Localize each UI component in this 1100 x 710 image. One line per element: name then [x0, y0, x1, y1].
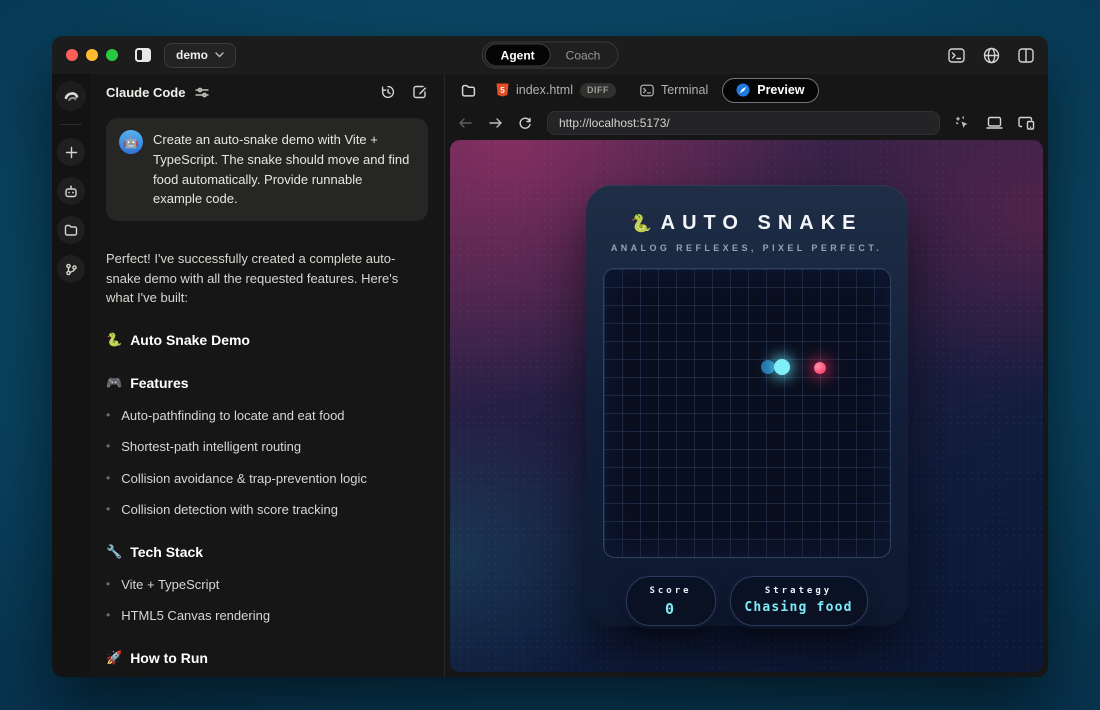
score-value: 0: [627, 600, 715, 618]
strategy-value: Chasing food: [731, 600, 867, 615]
tab-preview[interactable]: Preview: [722, 78, 818, 103]
app-window: demo Agent Coach: [52, 36, 1048, 677]
bot-icon: [64, 185, 78, 198]
game-title: AUTO SNAKE: [661, 212, 863, 235]
strategy-pill: Strategy Chasing food: [730, 576, 868, 626]
heading-how-to-run: 🚀 How to Run: [106, 648, 428, 669]
responsive-devices-icon[interactable]: [1018, 116, 1035, 130]
traffic-lights: [66, 49, 118, 61]
assistant-intro: Perfect! I've successfully created a com…: [106, 249, 428, 308]
url-text: http://localhost:5173/: [559, 116, 670, 130]
tab-index-html[interactable]: 5 index.html DIFF: [486, 78, 626, 103]
list-item: •Collision avoidance & trap-prevention l…: [106, 469, 428, 489]
diff-badge: DIFF: [580, 83, 616, 98]
new-session-button[interactable]: [57, 138, 85, 166]
folder-icon: [64, 224, 78, 236]
browser-navbar: http://localhost:5173/: [445, 106, 1048, 140]
editor-tabbar: 5 index.html DIFF Terminal Preview: [445, 74, 1048, 106]
git-button[interactable]: [57, 255, 85, 283]
list-item: •Vite + TypeScript: [106, 575, 428, 595]
folder-icon: [461, 84, 476, 97]
compass-icon: [736, 83, 750, 97]
score-pill: Score 0: [626, 576, 716, 626]
preview-webview[interactable]: 🐍 AUTO SNAKE ANALOG REFLEXES, PIXEL PERF…: [450, 140, 1043, 672]
game-card: 🐍 AUTO SNAKE ANALOG REFLEXES, PIXEL PERF…: [586, 185, 908, 626]
food-dot: [814, 362, 826, 374]
left-rail: [52, 74, 90, 677]
git-branch-icon: [65, 263, 78, 276]
chevron-down-icon: [215, 52, 224, 58]
inspect-sparkle-icon[interactable]: [955, 116, 971, 131]
list-item: •Collision detection with score tracking: [106, 500, 428, 520]
tab-label: index.html: [516, 83, 573, 97]
game-subtitle: ANALOG REFLEXES, PIXEL PERFECT.: [586, 243, 908, 253]
files-button[interactable]: [57, 216, 85, 244]
rocket-emoji: 🚀: [106, 648, 122, 668]
tech-list: •Vite + TypeScript •HTML5 Canvas renderi…: [106, 575, 428, 626]
list-item: •HTML5 Canvas rendering: [106, 606, 428, 626]
tab-label: Preview: [757, 83, 804, 97]
panel-left-icon[interactable]: [134, 47, 152, 63]
html5-icon: 5: [496, 83, 509, 97]
reload-icon[interactable]: [518, 116, 532, 130]
terminal-icon: [640, 84, 654, 97]
mode-switcher: Agent Coach: [482, 42, 619, 69]
game-board: [603, 268, 891, 558]
plus-icon: [65, 146, 78, 159]
close-button[interactable]: [66, 49, 78, 61]
url-bar[interactable]: http://localhost:5173/: [547, 111, 940, 135]
game-title-row: 🐍 AUTO SNAKE: [586, 212, 908, 235]
tab-terminal[interactable]: Terminal: [630, 78, 718, 103]
wrench-emoji: 🔧: [106, 542, 122, 562]
svg-text:5: 5: [500, 86, 505, 95]
split-columns-icon[interactable]: [1018, 48, 1034, 63]
chat-panel: Claude Code 🤖 Create an auto-snake demo …: [90, 74, 445, 677]
forward-arrow-icon[interactable]: [488, 117, 503, 129]
project-selector[interactable]: demo: [164, 43, 236, 68]
snake-emoji: 🐍: [630, 214, 651, 234]
rail-divider: [60, 124, 82, 125]
score-label: Score: [627, 586, 715, 596]
avatar-emoji: 🤖: [124, 133, 139, 151]
snake-head: [774, 359, 790, 375]
heading-auto-snake-demo: 🐍 Auto Snake Demo: [106, 330, 428, 351]
history-icon[interactable]: [380, 84, 396, 100]
back-arrow-icon[interactable]: [458, 117, 473, 129]
user-message-text: Create an auto-snake demo with Vite + Ty…: [153, 130, 415, 209]
chat-title: Claude Code: [106, 85, 185, 100]
zoom-button[interactable]: [106, 49, 118, 61]
snake-body-segment: [761, 360, 775, 374]
tab-label: Terminal: [661, 83, 708, 97]
compose-icon[interactable]: [412, 84, 428, 100]
project-name: demo: [176, 48, 208, 62]
tab-coach[interactable]: Coach: [551, 44, 616, 67]
chat-transcript[interactable]: 🤖 Create an auto-snake demo with Vite + …: [90, 110, 444, 677]
snake-emoji: 🐍: [106, 330, 122, 350]
list-item: •Shortest-path intelligent routing: [106, 437, 428, 457]
terminal-window-icon[interactable]: [948, 48, 965, 63]
titlebar: demo Agent Coach: [52, 36, 1048, 74]
minimize-button[interactable]: [86, 49, 98, 61]
app-logo-swoosh-icon[interactable]: [56, 81, 86, 111]
gamepad-emoji: 🎮: [106, 373, 122, 393]
chat-header: Claude Code: [90, 74, 444, 110]
laptop-icon[interactable]: [986, 116, 1003, 130]
features-list: •Auto-pathfinding to locate and eat food…: [106, 406, 428, 520]
globe-icon[interactable]: [983, 47, 1000, 64]
list-item: •Auto-pathfinding to locate and eat food: [106, 406, 428, 426]
editor-panel: 5 index.html DIFF Terminal Preview: [445, 74, 1048, 677]
strategy-label: Strategy: [731, 586, 867, 596]
user-message: 🤖 Create an auto-snake demo with Vite + …: [106, 118, 428, 221]
bot-button[interactable]: [57, 177, 85, 205]
game-stats: Score 0 Strategy Chasing food: [586, 576, 908, 626]
heading-features: 🎮 Features: [106, 373, 428, 394]
sliders-icon[interactable]: [195, 87, 209, 98]
file-tree-button[interactable]: [455, 78, 482, 103]
tab-agent[interactable]: Agent: [485, 44, 551, 67]
user-avatar: 🤖: [119, 130, 143, 154]
heading-tech-stack: 🔧 Tech Stack: [106, 542, 428, 563]
